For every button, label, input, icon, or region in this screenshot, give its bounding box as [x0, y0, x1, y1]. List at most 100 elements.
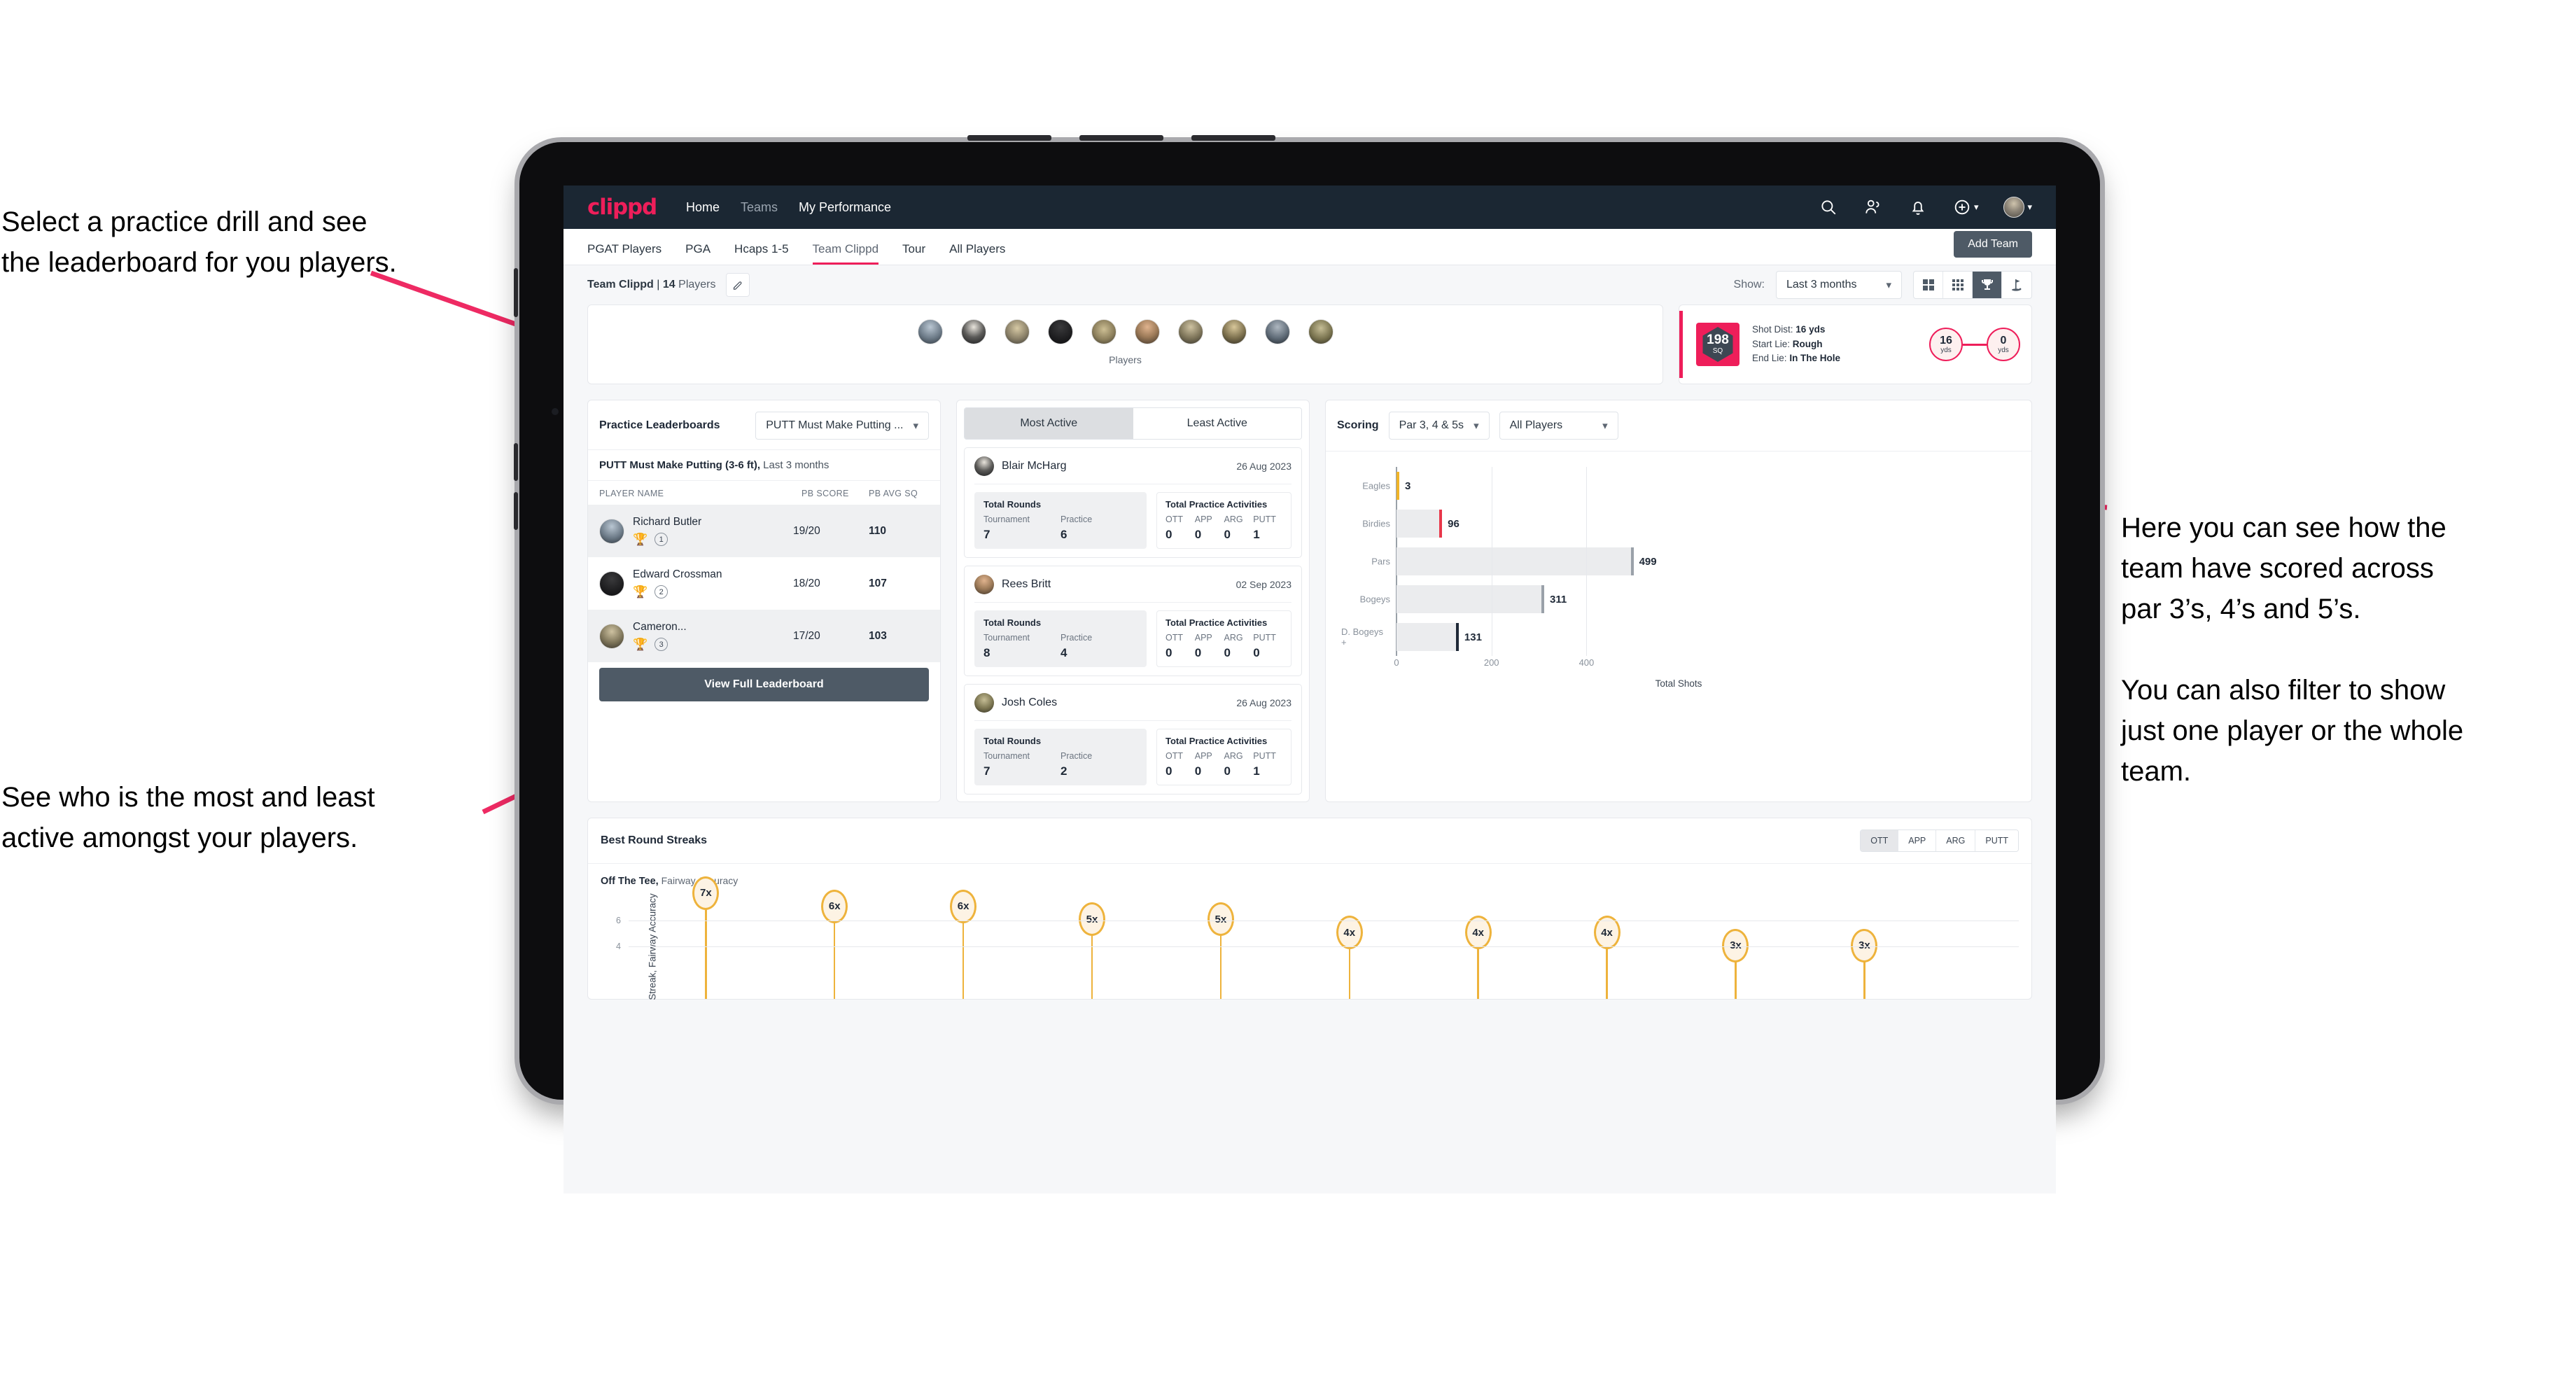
trophy-icon[interactable]	[1973, 272, 2002, 298]
grid-small-icon[interactable]	[1943, 272, 1973, 298]
avatar[interactable]: ▾	[2003, 197, 2032, 218]
avatar	[974, 693, 994, 713]
list-item[interactable]: Rees Britt 02 Sep 2023 Total Rounds Tournam…	[964, 566, 1302, 676]
grid-large-icon[interactable]	[1914, 272, 1943, 298]
tab-hcaps-1-5[interactable]: Hcaps 1-5	[734, 242, 788, 265]
annotation-scoring: Here you can see how the team have score…	[2121, 512, 2464, 787]
table-row[interactable]: Cameron... 🏆 3 17/20 103	[588, 610, 940, 662]
avatar[interactable]	[1264, 319, 1290, 344]
volume-up-button[interactable]	[514, 443, 518, 481]
clippd-logo[interactable]: clippd	[587, 195, 657, 220]
chevron-down-icon[interactable]: ▾	[2027, 202, 2032, 213]
table-row[interactable]: Richard Butler 🏆 1 19/20 110	[588, 505, 940, 557]
streak-marker[interactable]: 5x	[1207, 902, 1234, 937]
volume-down-button[interactable]	[514, 492, 518, 530]
golf-flag-icon[interactable]	[2002, 272, 2031, 298]
chevron-down-icon[interactable]: ▾	[1974, 202, 1979, 213]
trophy-icon: 🏆	[633, 533, 648, 546]
nav-link-teams[interactable]: Teams	[741, 200, 778, 215]
date-range-select[interactable]: Last 3 months ▾	[1776, 271, 1902, 299]
avatar[interactable]	[1177, 319, 1203, 344]
axis-tick-label: Bogeys	[1359, 594, 1390, 605]
axis-tick-label: 4	[616, 941, 621, 951]
avatar[interactable]	[960, 319, 986, 344]
streak-marker[interactable]: 6x	[821, 889, 848, 923]
chevron-down-icon: ▾	[913, 420, 918, 432]
shot-quality-badge: 198 SQ	[1696, 323, 1740, 366]
scoring-bars: 3 96 499 311 131	[1396, 467, 2016, 656]
avatar[interactable]	[1047, 319, 1073, 344]
drill-select[interactable]: PUTT Must Make Putting ... ▾	[755, 412, 929, 440]
tab-all-players[interactable]: All Players	[949, 242, 1005, 265]
tab-tour[interactable]: Tour	[902, 242, 925, 265]
axis-tick-label: 400	[1578, 657, 1595, 668]
nav-link-my-performance[interactable]: My Performance	[799, 200, 891, 215]
total-rounds-box: Total Rounds Tournament 7 Practice 6	[974, 492, 1147, 549]
chevron-down-icon: ▾	[1474, 420, 1479, 432]
trophy-icon: 🏆	[633, 585, 648, 598]
player-avatars[interactable]	[588, 315, 1662, 344]
streaks-tab-app[interactable]: APP	[1898, 830, 1937, 851]
table-row[interactable]: Edward Crossman 🏆 2 18/20 107	[588, 557, 940, 610]
people-icon[interactable]	[1863, 197, 1883, 217]
scoring-y-axis: Eagles Birdies Pars Bogeys D. Bogeys +	[1341, 467, 1396, 656]
avatar[interactable]	[917, 319, 943, 344]
practice-activities-title: Total Practice Activities	[1166, 736, 1268, 746]
drill-name: PUTT Must Make Putting (3-6 ft),	[599, 459, 760, 471]
best-shot-card: 198 SQ Shot Dist: 16 yds Start Lie: Roug…	[1679, 304, 2032, 384]
team-player-count: 14	[662, 279, 676, 290]
streak-stem	[1091, 933, 1093, 999]
avatar[interactable]	[1091, 319, 1116, 344]
nav-link-home[interactable]: Home	[686, 200, 720, 215]
list-item[interactable]: Blair McHarg 26 Aug 2023 Total Rounds Tourn…	[964, 447, 1302, 558]
search-icon[interactable]	[1819, 197, 1838, 217]
streaks-tab-arg[interactable]: ARG	[1936, 830, 1976, 851]
avatar[interactable]	[1221, 319, 1247, 344]
tab-least-active[interactable]: Least Active	[1133, 408, 1301, 439]
column-pb-score: PB SCORE	[802, 489, 849, 498]
tab-most-active[interactable]: Most Active	[965, 408, 1133, 439]
team-toolbar: Team Clippd | 14 Players Show: Last 3 mo…	[564, 265, 2056, 304]
scoring-title: Scoring	[1337, 419, 1379, 431]
plus-circle-icon[interactable]: ▾	[1953, 197, 1979, 217]
top-speaker-grill	[1079, 135, 1163, 141]
activity-tabs: Most Active Least Active	[964, 407, 1302, 440]
bell-icon[interactable]	[1908, 197, 1928, 217]
par-filter-select[interactable]: Par 3, 4 & 5s ▾	[1388, 412, 1490, 440]
leaderboard-subtitle: PUTT Must Make Putting (3-6 ft), Last 3 …	[588, 450, 940, 481]
bar-value: 499	[1639, 555, 1657, 568]
dashboard-content: Players 198 SQ Shot Dist: 16 yds Start L…	[564, 304, 2056, 1000]
streaks-tab-ott[interactable]: OTT	[1861, 830, 1899, 851]
streak-marker[interactable]: 3x	[1722, 928, 1749, 962]
player-name: Edward Crossman	[633, 568, 722, 580]
top-speaker-grill	[1191, 135, 1275, 141]
player-filter-select[interactable]: All Players ▾	[1499, 412, 1618, 440]
add-team-button[interactable]: Add Team	[1954, 231, 2032, 258]
streak-marker[interactable]: 3x	[1851, 928, 1878, 962]
streak-marker[interactable]: 7x	[692, 876, 720, 910]
streaks-tab-putt[interactable]: PUTT	[1975, 830, 2018, 851]
start-distance-marker: 16 yds	[1929, 328, 1963, 361]
team-players-word: Players	[678, 279, 716, 290]
streak-stem	[962, 920, 965, 999]
streak-marker[interactable]: 6x	[950, 889, 977, 923]
tab-pga[interactable]: PGA	[685, 242, 710, 265]
tab-pgat-players[interactable]: PGAT Players	[587, 242, 662, 265]
pencil-icon[interactable]	[725, 273, 750, 297]
tab-team-clippd[interactable]: Team Clippd	[812, 242, 878, 265]
end-distance-unit: yds	[1998, 346, 2009, 354]
scoring-card: Scoring Par 3, 4 & 5s ▾ All Players ▾ Ea…	[1325, 400, 2032, 802]
start-distance-unit: yds	[1940, 346, 1952, 354]
player-badges: 🏆 1	[633, 533, 785, 546]
list-item[interactable]: Josh Coles 26 Aug 2023 Total Rounds Tournam…	[964, 684, 1302, 794]
power-button[interactable]	[514, 268, 518, 317]
streak-marker[interactable]: 5x	[1079, 902, 1105, 937]
avatar[interactable]	[1004, 319, 1030, 344]
axis-tick-label: D. Bogeys +	[1341, 626, 1383, 648]
navbar-actions: ▾ ▾	[1819, 197, 2032, 218]
pb-avg-sq: 103	[869, 629, 887, 642]
view-full-leaderboard-button[interactable]: View Full Leaderboard	[599, 668, 929, 701]
avatar[interactable]	[1134, 319, 1160, 344]
gridline	[629, 946, 2019, 947]
avatar[interactable]	[1308, 319, 1334, 344]
